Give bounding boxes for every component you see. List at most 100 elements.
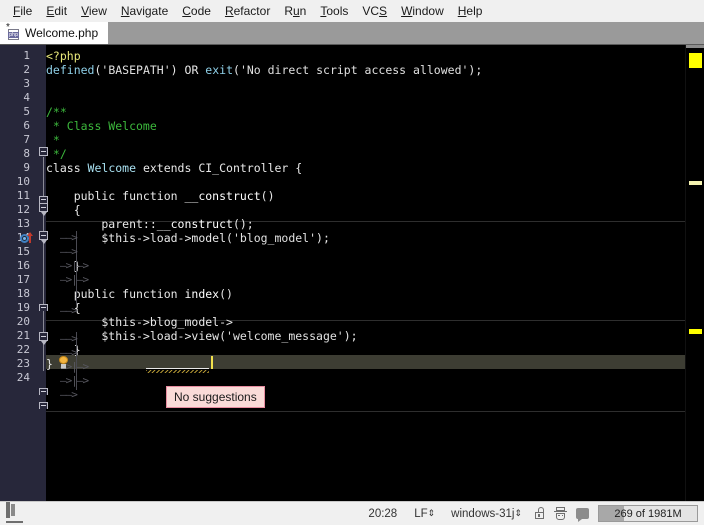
code-line: /**: [46, 105, 704, 119]
code-token: *: [46, 133, 60, 147]
code-line: {: [46, 301, 81, 315]
tool-windows-icon[interactable]: [6, 502, 23, 523]
line-number: 7: [23, 133, 30, 146]
error-squiggle: [146, 370, 209, 373]
error-marker[interactable]: [689, 329, 702, 334]
code-line: $this->blog_model->: [46, 315, 233, 329]
code-line: public function __construct(): [46, 189, 275, 203]
line-number: 21: [16, 329, 30, 342]
event-log-bubble-icon[interactable]: [576, 508, 589, 522]
code-line: }: [46, 343, 81, 357]
status-bar: 20:28 LF⇕ windows-31j⇕ 269 of 1981M: [0, 501, 704, 525]
code-token: /**: [46, 105, 67, 119]
code-line: parent::__construct();: [46, 217, 254, 231]
tab-indent-arrow: ——>: [60, 231, 78, 244]
line-number-column: 1 2 3 4 5 6 7 8 9 10 11 12 13 14 15 16 1…: [0, 45, 30, 385]
line-number: 2: [23, 63, 30, 76]
override-method-icon[interactable]: [20, 232, 34, 246]
tab-indent-arrow: ——>: [60, 332, 78, 345]
member-underline: [146, 368, 209, 369]
line-number: 16: [16, 259, 30, 272]
tab-indent-arrow: ——>: [60, 304, 78, 317]
line-number: 20: [16, 315, 30, 328]
ide-window: File Edit View Navigate Code Refactor Ru…: [0, 0, 704, 525]
code-token: defined: [46, 63, 95, 77]
line-number: 10: [16, 175, 30, 188]
marker-bar-top: [686, 45, 704, 48]
line-number: 23: [16, 357, 30, 370]
status-encoding[interactable]: windows-31j⇕: [447, 508, 525, 520]
line-number: 19: [16, 301, 30, 314]
code-line: $this->load->view('welcome_message');: [46, 329, 358, 343]
line-number: 9: [23, 161, 30, 174]
status-time: 20:28: [368, 507, 398, 520]
line-number: 5: [23, 105, 30, 118]
popup-text: No suggestions: [174, 390, 257, 404]
tab-indent-arrow: —>|—>: [60, 259, 89, 272]
menu-item-refactor[interactable]: Refactor: [218, 2, 277, 20]
menu-item-help[interactable]: Help: [451, 2, 490, 20]
code-line: }: [46, 357, 53, 371]
method-name-token: __construct: [184, 189, 261, 203]
fold-marker-class-end[interactable]: [39, 402, 48, 409]
menu-item-edit[interactable]: Edit: [39, 2, 74, 20]
tab-indent-arrow: ——>: [60, 388, 78, 401]
code-line: defined('BASEPATH') OR exit('No direct s…: [46, 63, 483, 77]
memory-indicator[interactable]: 269 of 1981M: [598, 505, 698, 522]
lock-icon[interactable]: [534, 507, 545, 520]
menu-item-tools[interactable]: Tools: [313, 2, 355, 20]
menu-item-vcs[interactable]: VCS: [355, 2, 394, 20]
editor-tab-bar: php * Welcome.php: [0, 22, 704, 45]
menu-item-run[interactable]: Run: [277, 2, 313, 20]
code-editor[interactable]: 1 2 3 4 5 6 7 8 9 10 11 12 13 14 15 16 1…: [0, 45, 704, 501]
modified-marker: *: [6, 21, 10, 33]
fold-marker-index-end[interactable]: [39, 388, 48, 395]
class-name-token: Welcome: [87, 161, 137, 175]
line-number: 1: [23, 49, 30, 62]
line-number: 13: [16, 217, 30, 230]
status-bar-left: [0, 502, 23, 523]
line-number: 3: [23, 77, 30, 90]
code-line: }: [46, 259, 81, 273]
line-number: 12: [16, 203, 30, 216]
code-line: */: [46, 147, 704, 161]
editor-gutter[interactable]: 1 2 3 4 5 6 7 8 9 10 11 12 13 14 15 16 1…: [0, 45, 48, 501]
line-number: 4: [23, 91, 30, 104]
warning-marker[interactable]: [689, 53, 702, 68]
memory-label: 269 of 1981M: [614, 507, 682, 520]
error-marker-scrollbar[interactable]: [685, 45, 704, 501]
code-line: public function index(): [46, 287, 233, 301]
line-number: 22: [16, 343, 30, 356]
code-line: $this->load->model('blog_model');: [46, 231, 330, 245]
code-line: {: [46, 203, 81, 217]
code-line: class Welcome extends CI_Controller {: [46, 161, 303, 175]
menu-item-navigate[interactable]: Navigate: [114, 2, 175, 20]
chevron-updown-icon: ⇕: [427, 507, 435, 518]
menu-bar: File Edit View Navigate Code Refactor Ru…: [0, 0, 704, 22]
editor-tab-welcome-php[interactable]: php * Welcome.php: [0, 21, 109, 44]
usage-marker[interactable]: [689, 181, 702, 185]
tab-indent-arrow: —>|—>: [60, 273, 89, 286]
menu-item-file[interactable]: File: [6, 2, 39, 20]
tab-indent-arrow: ——>: [60, 245, 78, 258]
code-text[interactable]: <?php defined('BASEPATH') OR exit('No dir…: [46, 49, 704, 385]
no-suggestions-popup: No suggestions: [166, 386, 265, 408]
menu-item-view[interactable]: View: [74, 2, 114, 20]
hector-inspector-icon[interactable]: [554, 506, 567, 521]
menu-item-code[interactable]: Code: [175, 2, 218, 20]
php-file-icon: php *: [6, 21, 19, 40]
intention-bulb-icon[interactable]: [57, 356, 70, 370]
chevron-updown-icon: ⇕: [514, 507, 521, 518]
method-separator: [46, 411, 686, 412]
line-number: 11: [16, 189, 30, 202]
editor-tab-label: Welcome.php: [25, 26, 99, 40]
status-line-separator[interactable]: LF⇕: [410, 508, 438, 520]
code-token: */: [46, 147, 67, 161]
menu-item-window[interactable]: Window: [394, 2, 451, 20]
